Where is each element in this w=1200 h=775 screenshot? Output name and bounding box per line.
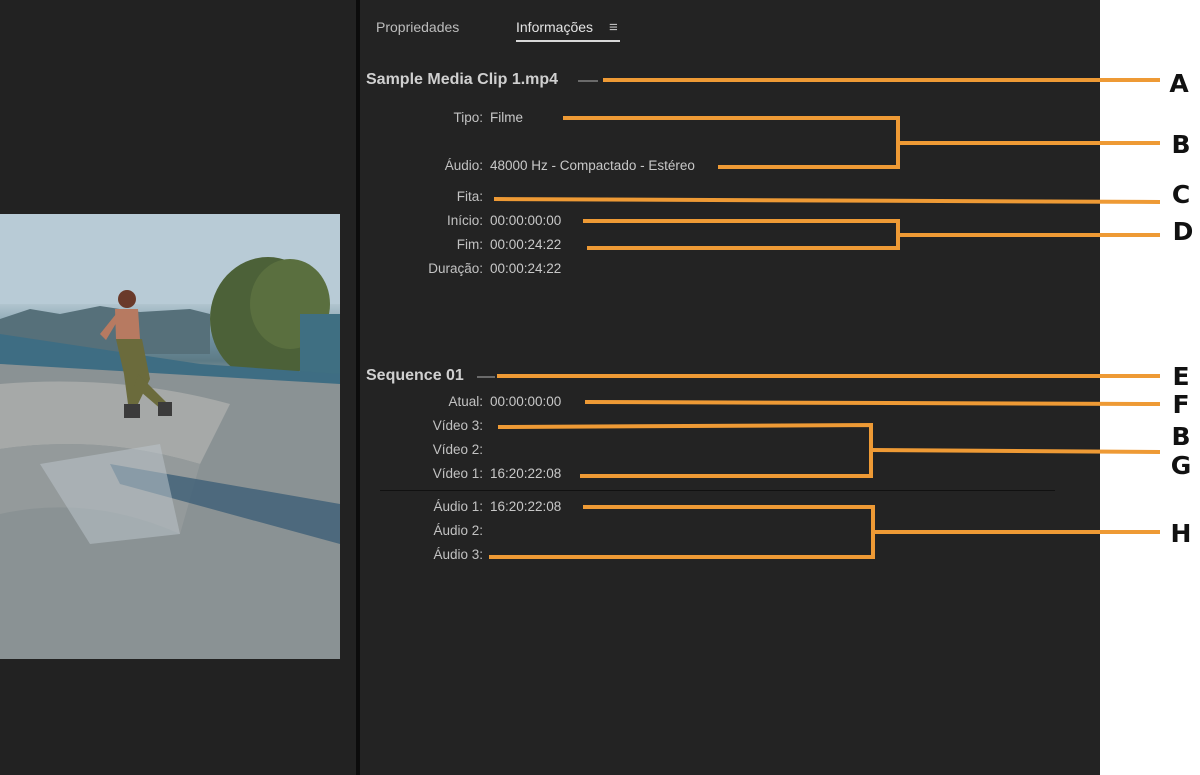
clip-audio-label: Áudio: bbox=[444, 158, 483, 173]
audio3-label: Áudio 3: bbox=[433, 547, 483, 562]
sequence-name: Sequence 01 bbox=[366, 367, 464, 384]
program-monitor-panel bbox=[0, 0, 356, 775]
video1-label: Vídeo 1: bbox=[432, 466, 483, 481]
clip-end-label: Fim: bbox=[456, 237, 483, 252]
video1-value: 16:20:22:08 bbox=[490, 466, 562, 481]
callout-letter-h: H bbox=[1170, 519, 1192, 548]
video3-label: Vídeo 3: bbox=[432, 418, 483, 433]
sequence-name-dash bbox=[477, 376, 495, 378]
clip-tape-label: Fita: bbox=[456, 189, 483, 204]
audio1-label: Áudio 1: bbox=[433, 499, 483, 514]
clip-type-value: Filme bbox=[490, 110, 523, 125]
callout-letter-a: A bbox=[1169, 69, 1189, 98]
callout-letter-g: G bbox=[1170, 451, 1192, 480]
skater-video-frame-image bbox=[0, 214, 340, 659]
audio1-value: 16:20:22:08 bbox=[490, 499, 562, 514]
active-tab-indicator bbox=[516, 40, 620, 42]
clip-start-label: Início: bbox=[446, 213, 483, 228]
callout-letter-b1: B bbox=[1171, 130, 1191, 159]
tab-info[interactable]: Informações bbox=[516, 19, 593, 35]
clip-duration-value: 00:00:24:22 bbox=[490, 261, 562, 276]
sequence-current-label: Atual: bbox=[448, 394, 483, 409]
clip-start-value: 00:00:00:00 bbox=[490, 213, 562, 228]
info-panel: Propriedades Informações ≡ Sample Media … bbox=[360, 0, 1100, 775]
callout-letter-e: E bbox=[1172, 362, 1190, 391]
clip-end-value: 00:00:24:22 bbox=[490, 237, 562, 252]
sequence-current-value: 00:00:00:00 bbox=[490, 394, 562, 409]
audio2-label: Áudio 2: bbox=[433, 523, 483, 538]
video-audio-separator bbox=[380, 490, 1055, 491]
callout-letter-c: C bbox=[1171, 180, 1191, 209]
video-preview-frame[interactable] bbox=[0, 214, 340, 659]
callout-letter-b2: B bbox=[1171, 422, 1191, 451]
callout-letter-d: D bbox=[1172, 217, 1194, 246]
clip-name: Sample Media Clip 1.mp4 bbox=[366, 71, 559, 88]
clip-type-label: Tipo: bbox=[453, 110, 483, 125]
callout-letter-f: F bbox=[1172, 390, 1190, 419]
tab-properties[interactable]: Propriedades bbox=[376, 19, 459, 35]
clip-name-dash bbox=[578, 80, 598, 82]
video2-label: Vídeo 2: bbox=[432, 442, 483, 457]
hamburger-menu-icon[interactable]: ≡ bbox=[609, 20, 618, 35]
clip-audio-value: 48000 Hz - Compactado - Estéreo bbox=[490, 158, 695, 173]
clip-duration-label: Duração: bbox=[428, 261, 483, 276]
